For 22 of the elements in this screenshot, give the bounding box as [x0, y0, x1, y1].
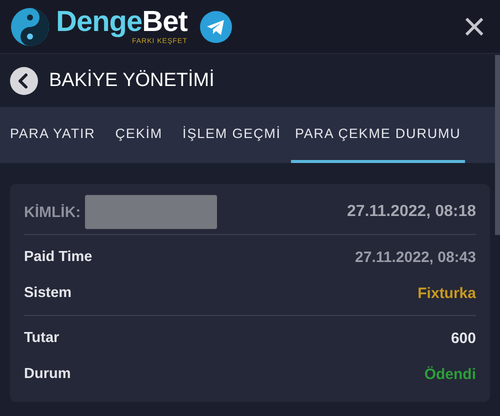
tab[interactable]: İŞLEM GEÇMİ	[172, 107, 291, 163]
close-button[interactable]: ×	[458, 6, 490, 46]
field-value: 600	[450, 330, 476, 346]
field-label: Sistem	[24, 285, 72, 301]
field-value: Ödendi	[424, 366, 476, 382]
tab[interactable]: ÇEKİM	[105, 107, 173, 163]
page-title: BAKİYE YÖNETİMİ	[49, 70, 214, 92]
field-label: Durum	[24, 366, 71, 382]
request-date: 27.11.2022, 08:18	[346, 203, 476, 221]
field-value: 27.11.2022, 08:43	[355, 248, 476, 266]
brand-name: DengeBet	[56, 8, 188, 37]
paper-plane-icon[interactable]	[199, 10, 234, 44]
back-icon	[10, 66, 38, 94]
scrollbar[interactable]	[495, 55, 500, 235]
field-label: Paid Time	[24, 249, 92, 265]
field-label: Tutar	[24, 330, 60, 346]
tab[interactable]: PARA ÇEKME DURUMU	[290, 107, 465, 163]
back-button[interactable]	[10, 66, 38, 94]
id-label: KİMLİK:	[24, 204, 81, 220]
field-value: Fixturka	[418, 284, 476, 302]
tab[interactable]: PARA YATIR	[0, 107, 106, 163]
yin-yang-icon	[10, 6, 50, 46]
